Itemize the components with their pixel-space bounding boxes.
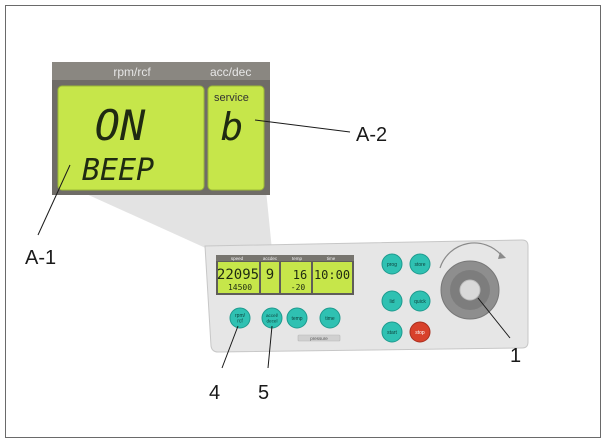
- store-button[interactable]: store: [409, 253, 431, 275]
- start-label: start: [387, 330, 397, 336]
- stop-label: stop: [415, 330, 425, 336]
- knob-center: [459, 279, 481, 301]
- panel-header-accdec: accdec: [263, 256, 278, 261]
- accel-decel-button[interactable]: accel/decel: [261, 307, 283, 329]
- lid-button[interactable]: lid: [381, 290, 403, 312]
- time-button[interactable]: time: [319, 307, 341, 329]
- callout-a2: A-2: [356, 124, 387, 146]
- rpm-rcf-button[interactable]: rpm/rcf: [229, 307, 251, 329]
- callout-a1: A-1: [25, 247, 56, 269]
- store-label: store: [414, 262, 425, 268]
- panel-speed-top: 22095: [217, 267, 259, 283]
- panel-time-top: 10:00: [314, 268, 350, 282]
- panel-header-temp: temp: [292, 256, 303, 261]
- quick-label: quick: [414, 299, 426, 305]
- zoom-service-value: b: [221, 105, 244, 149]
- panel-header-time: time: [327, 256, 336, 261]
- temp-label: temp: [291, 316, 302, 322]
- callout-accel: 5: [258, 382, 269, 404]
- prog-label: prog: [387, 262, 397, 268]
- panel-speed-bottom: 14500: [228, 283, 252, 292]
- zoom-service-label: service: [214, 92, 249, 104]
- panel-accdec-top: 9: [266, 267, 274, 283]
- zoomed-display: rpm/rcf acc/dec ON BEEP service b: [52, 62, 270, 195]
- zoom-header-rpm-rcf: rpm/rcf: [113, 65, 151, 79]
- temp-button[interactable]: temp: [286, 307, 308, 329]
- stop-button[interactable]: stop: [409, 321, 431, 343]
- pressure-label: pressure: [310, 336, 328, 341]
- accel-decel-label: accel/decel: [266, 313, 279, 324]
- quick-button[interactable]: quick: [409, 290, 431, 312]
- diagram-canvas: rpm/rcf acc/dec ON BEEP service b speed …: [5, 5, 601, 438]
- prog-button[interactable]: prog: [381, 253, 403, 275]
- callout-rpm: 4: [209, 382, 220, 404]
- zoom-lcd-line1: ON: [95, 101, 146, 150]
- lid-label: lid: [389, 299, 394, 305]
- time-label: time: [325, 316, 335, 322]
- zoom-lcd-line2: BEEP: [82, 153, 154, 188]
- control-panel: speed accdec temp time 22095 14500 9 16 …: [204, 239, 529, 353]
- panel-temp-bottom: -20: [291, 283, 306, 292]
- start-button[interactable]: start: [381, 321, 403, 343]
- panel-header-speed: speed: [231, 256, 244, 261]
- callout-knob: 1: [510, 345, 521, 367]
- zoom-header-acc-dec: acc/dec: [210, 65, 251, 79]
- panel-temp-top: 16: [293, 268, 307, 282]
